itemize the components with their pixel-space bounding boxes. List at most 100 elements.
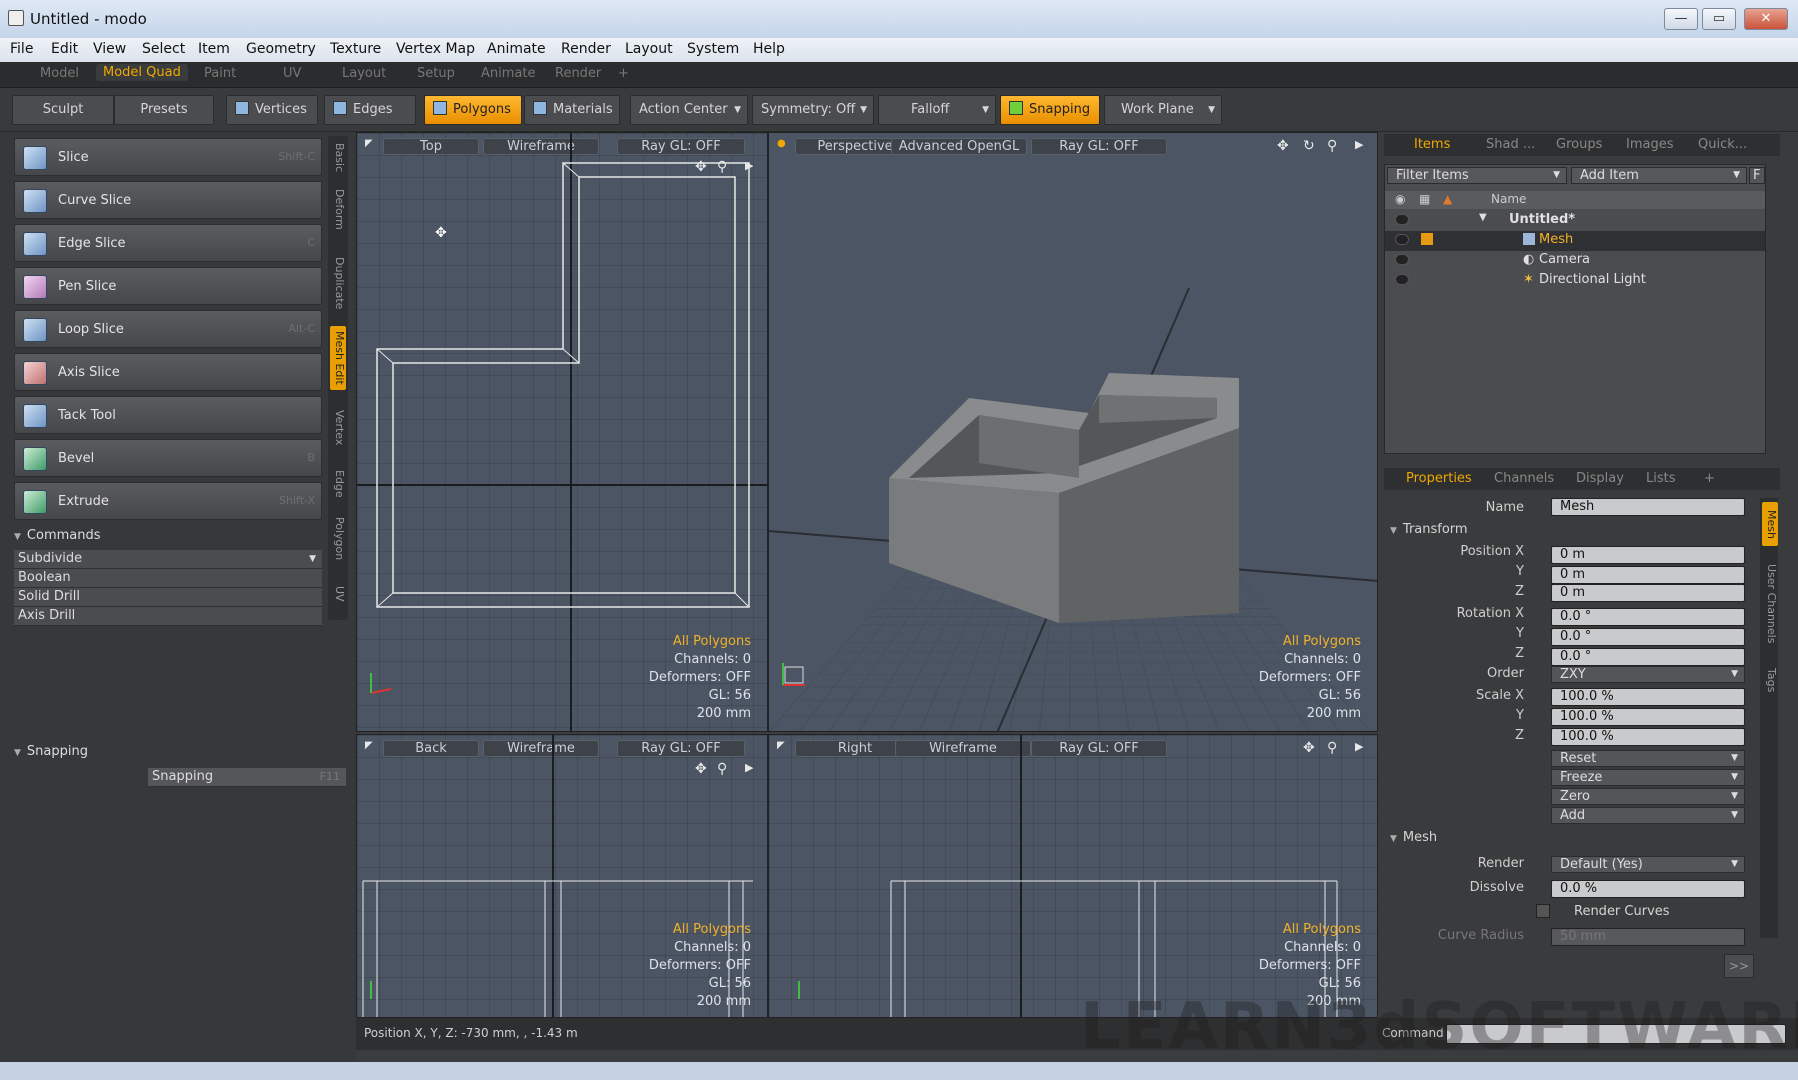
menu-render[interactable]: Render — [561, 41, 611, 57]
menu-select[interactable]: Select — [142, 41, 185, 57]
vtab-deform[interactable]: Deform — [330, 186, 346, 232]
tab-display[interactable]: Display — [1576, 471, 1624, 486]
position-x-field[interactable]: 0 m — [1551, 546, 1745, 564]
filter-items-dropdown[interactable]: Filter Items ▼ — [1387, 167, 1567, 184]
freeze-dropdown[interactable]: Freeze ▼ — [1551, 769, 1745, 786]
item-row-light[interactable]: ✶ Directional Light — [1385, 271, 1765, 291]
mesh-section-header[interactable]: ▼ Mesh — [1390, 830, 1437, 845]
boolean-command[interactable]: Boolean — [14, 569, 322, 588]
command-input[interactable] — [1446, 1024, 1786, 1044]
axis-drill-command[interactable]: Axis Drill — [14, 607, 322, 626]
tab-properties[interactable]: Properties — [1406, 471, 1472, 486]
zero-dropdown[interactable]: Zero ▼ — [1551, 788, 1745, 805]
snapping-button[interactable]: Snapping F11 — [148, 768, 346, 787]
rotation-x-field[interactable]: 0.0 ° — [1551, 608, 1745, 626]
filter-f-button[interactable]: F — [1749, 167, 1765, 184]
subdivide-command[interactable]: Subdivide ▼ — [14, 550, 322, 569]
eye-icon[interactable] — [1395, 234, 1409, 245]
edge-slice-tool[interactable]: Edge Slice C — [14, 224, 322, 262]
lock-icon[interactable] — [1421, 233, 1433, 245]
tab-images[interactable]: Images — [1626, 137, 1674, 152]
render-dropdown[interactable]: Default (Yes) ▼ — [1551, 856, 1745, 873]
menu-animate[interactable]: Animate — [487, 41, 546, 57]
order-dropdown[interactable]: ZXY ▼ — [1551, 666, 1745, 683]
tab-layout[interactable]: Layout — [342, 66, 386, 81]
viewport-right[interactable]: ◤ Right Wireframe Ray GL: OFF ✥ ⚲ ▶ All … — [768, 734, 1378, 1018]
tab-shader-tree[interactable]: Shad ... — [1486, 137, 1535, 152]
loop-slice-tool[interactable]: Loop Slice Alt-C — [14, 310, 322, 348]
position-y-field[interactable]: 0 m — [1551, 566, 1745, 584]
snapping-section-header[interactable]: ▼ Snapping — [14, 744, 350, 764]
scale-y-field[interactable]: 100.0 % — [1551, 708, 1745, 726]
add-tab-button[interactable]: + — [1704, 471, 1715, 486]
add-dropdown[interactable]: Add ▼ — [1551, 807, 1745, 824]
menu-vertex-map[interactable]: Vertex Map — [396, 41, 475, 57]
curve-slice-tool[interactable]: Curve Slice — [14, 181, 322, 219]
sculpt-button[interactable]: Sculpt — [12, 95, 114, 125]
side-tab-tags[interactable]: Tags — [1762, 662, 1778, 698]
render-curves-checkbox[interactable] — [1536, 904, 1550, 918]
work-plane-dropdown[interactable]: Work Plane ▼ — [1104, 95, 1222, 125]
menu-view[interactable]: View — [93, 41, 126, 57]
tab-groups[interactable]: Groups — [1556, 137, 1602, 152]
rotation-y-field[interactable]: 0.0 ° — [1551, 628, 1745, 646]
menu-item[interactable]: Item — [198, 41, 230, 57]
tab-animate[interactable]: Animate — [481, 66, 535, 81]
eye-icon[interactable] — [1395, 254, 1409, 265]
transform-section-header[interactable]: ▼ Transform — [1390, 522, 1468, 537]
menu-help[interactable]: Help — [753, 41, 785, 57]
tab-quick[interactable]: Quick... — [1698, 137, 1747, 152]
tab-channels[interactable]: Channels — [1494, 471, 1554, 486]
materials-button[interactable]: Materials — [524, 95, 620, 125]
commands-section-header[interactable]: ▼ Commands — [14, 528, 322, 548]
expand-arrow-icon[interactable]: ▼ — [1479, 212, 1487, 223]
menu-layout[interactable]: Layout — [625, 41, 673, 57]
item-row-mesh[interactable]: Mesh — [1385, 231, 1765, 251]
tab-render[interactable]: Render — [555, 66, 601, 81]
more-button[interactable]: >> — [1724, 954, 1754, 978]
scale-z-field[interactable]: 100.0 % — [1551, 728, 1745, 746]
minimize-button[interactable]: — — [1664, 8, 1698, 30]
solid-drill-command[interactable]: Solid Drill — [14, 588, 322, 607]
tab-items[interactable]: Items — [1414, 137, 1450, 152]
polygons-button[interactable]: Polygons — [424, 95, 522, 125]
menu-system[interactable]: System — [687, 41, 739, 57]
snapping-toggle[interactable]: Snapping — [1000, 95, 1100, 125]
pen-slice-tool[interactable]: Pen Slice — [14, 267, 322, 305]
side-tab-user-channels[interactable]: User Channels — [1762, 554, 1778, 654]
rotation-z-field[interactable]: 0.0 ° — [1551, 648, 1745, 666]
vtab-vertex[interactable]: Vertex — [330, 406, 346, 450]
tab-model-quad[interactable]: Model Quad — [96, 64, 188, 81]
vtab-basic[interactable]: Basic — [330, 140, 346, 176]
viewport-top[interactable]: ◤ Top Wireframe Ray GL: OFF ✥ ⚲ ▶ ✥ All … — [356, 132, 768, 732]
item-row-camera[interactable]: ◐ Camera — [1385, 251, 1765, 271]
add-tab-button[interactable]: + — [618, 66, 629, 81]
add-item-dropdown[interactable]: Add Item ▼ — [1571, 167, 1747, 184]
axis-slice-tool[interactable]: Axis Slice — [14, 353, 322, 391]
vtab-mesh-edit[interactable]: Mesh Edit — [330, 326, 346, 390]
tab-uv[interactable]: UV — [283, 66, 301, 81]
tab-paint[interactable]: Paint — [204, 66, 236, 81]
tab-setup[interactable]: Setup — [417, 66, 455, 81]
tack-tool[interactable]: Tack Tool — [14, 396, 322, 434]
slice-tool[interactable]: Slice Shift-C — [14, 138, 322, 176]
menu-geometry[interactable]: Geometry — [246, 41, 316, 57]
falloff-dropdown[interactable]: Falloff ▼ — [878, 95, 996, 125]
tab-lists[interactable]: Lists — [1646, 471, 1676, 486]
dissolve-field[interactable]: 0.0 % — [1551, 880, 1745, 898]
vtab-uv[interactable]: UV — [330, 584, 346, 604]
vertices-button[interactable]: Vertices — [226, 95, 318, 125]
symmetry-dropdown[interactable]: Symmetry: Off ▼ — [752, 95, 874, 125]
name-field[interactable]: Mesh — [1551, 498, 1745, 516]
edges-button[interactable]: Edges — [324, 95, 416, 125]
menu-edit[interactable]: Edit — [51, 41, 78, 57]
scale-x-field[interactable]: 100.0 % — [1551, 688, 1745, 706]
menu-file[interactable]: File — [10, 41, 33, 57]
tab-model[interactable]: Model — [40, 66, 79, 81]
item-row-scene[interactable]: ▼ Untitled* — [1385, 211, 1765, 231]
eye-icon[interactable] — [1395, 214, 1409, 225]
close-button[interactable]: ✕ — [1744, 8, 1788, 30]
extrude-tool[interactable]: Extrude Shift-X — [14, 482, 322, 520]
vtab-duplicate[interactable]: Duplicate — [330, 254, 346, 312]
bevel-tool[interactable]: Bevel B — [14, 439, 322, 477]
